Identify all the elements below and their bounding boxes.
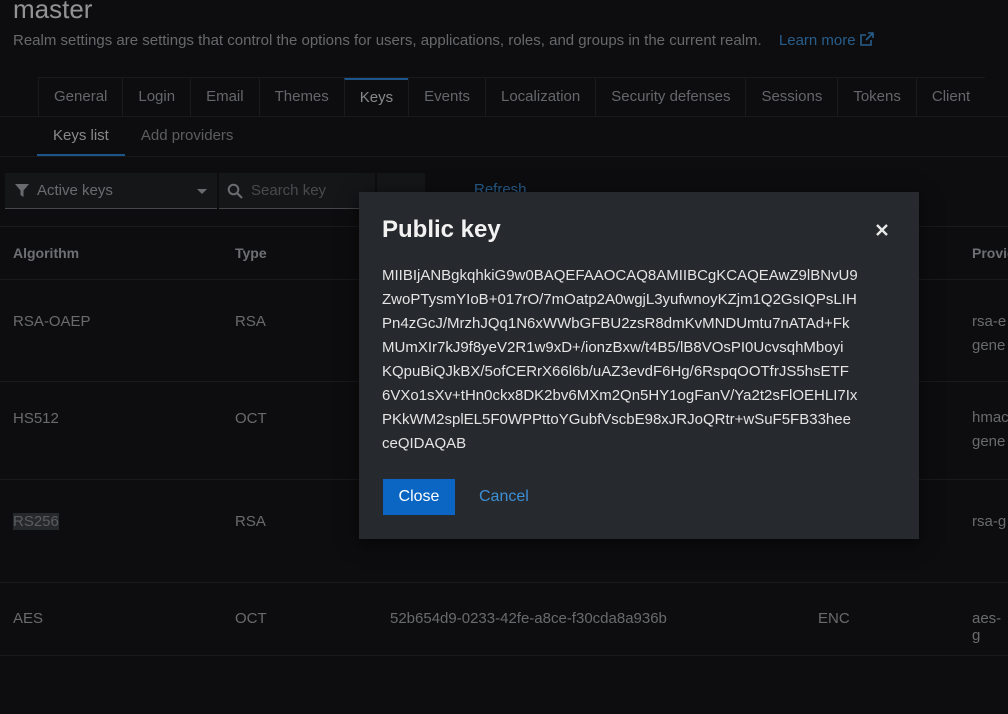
key-line: MIIBIjANBgkqhkiG9w0BAQEFAAOCAQ8AMIIBCgKC… <box>382 267 858 284</box>
modal-title: Public key <box>382 216 501 243</box>
close-icon[interactable] <box>875 223 889 237</box>
key-line: Pn4zGcJ/MrzhJQq1N6xWWbGFBU2zsR8dmKvMNDUm… <box>382 315 850 332</box>
key-line: KQpuBiQJkBX/5ofCERrX66l6b/uAZ3evdF6Hg/6R… <box>382 363 849 380</box>
key-line: PKkWM2splEL5F0WPPttoYGubfVscbE98xJRJoQRt… <box>382 411 851 428</box>
public-key-text: MIIBIjANBgkqhkiG9w0BAQEFAAOCAQ8AMIIBCgKC… <box>382 264 902 456</box>
key-line: ceQIDAQAB <box>382 435 467 452</box>
key-line: ZwoPTysmYIoB+017rO/7mOatp2A0wgjL3yufwnoy… <box>382 291 857 308</box>
key-line: MUmXIr7kJ9f8yeV2R1w9xD+/ionzBxw/t4B5/lB8… <box>382 339 844 356</box>
public-key-modal: Public key MIIBIjANBgkqhkiG9w0BAQEFAAOCA… <box>359 192 919 539</box>
close-button[interactable]: Close <box>383 479 455 515</box>
key-line: 6VXo1sXv+tHn0ckx8DK2bv6MXm2Qn5HY1ogFanV/… <box>382 387 858 404</box>
cancel-button[interactable]: Cancel <box>479 479 529 515</box>
